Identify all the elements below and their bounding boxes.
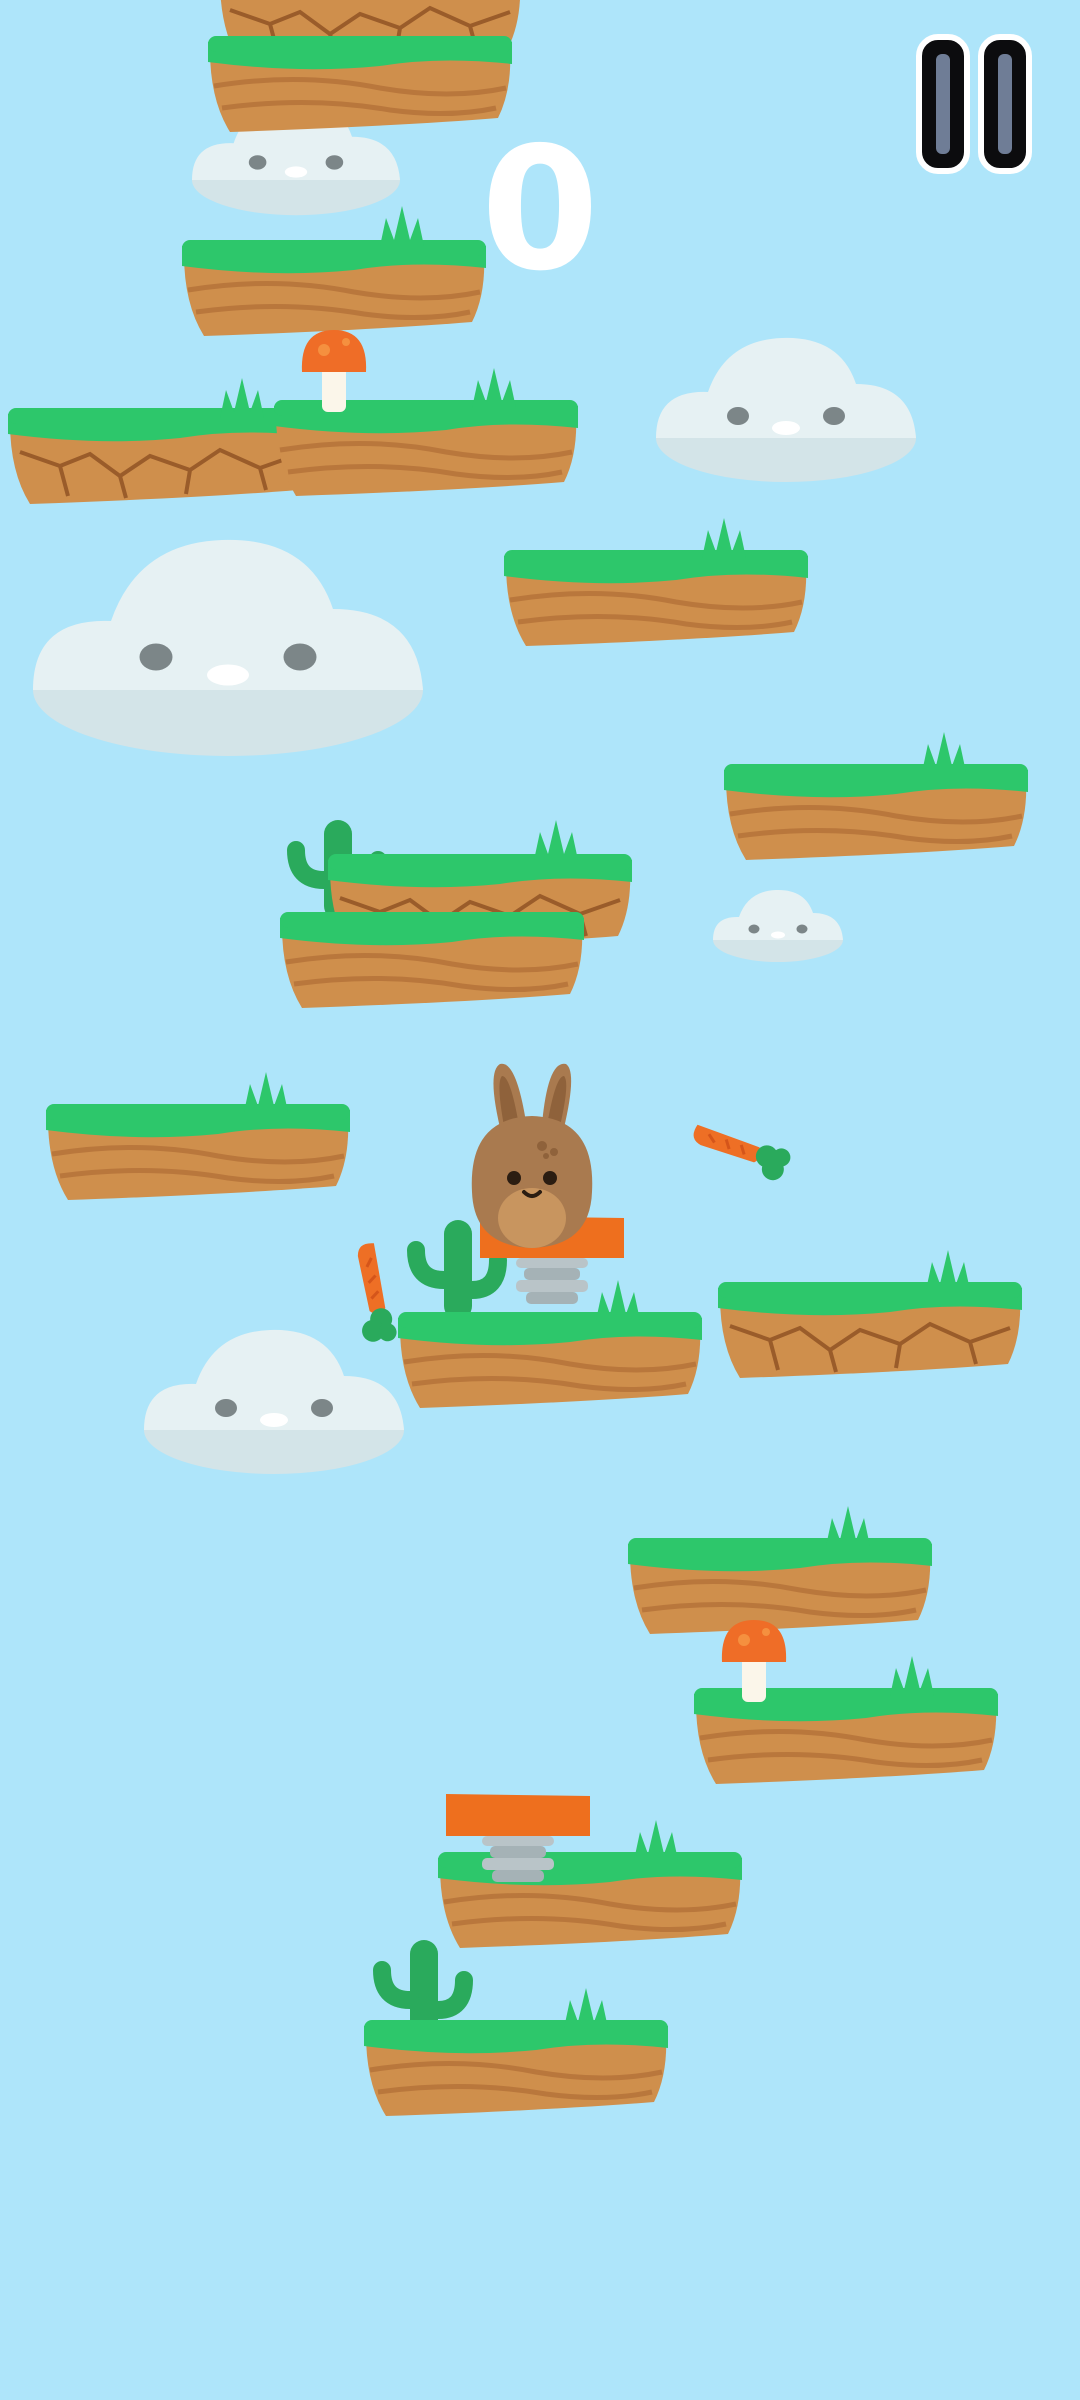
platform	[364, 2020, 668, 2116]
carrot-pickup[interactable]	[345, 1239, 400, 1347]
cloud	[144, 1329, 404, 1474]
mushroom	[301, 330, 367, 412]
grass-tuft	[380, 206, 424, 246]
platform	[628, 1538, 932, 1634]
grass-tuft	[890, 1656, 934, 1696]
grass-tuft	[220, 378, 264, 418]
cloud	[33, 539, 423, 756]
cracked-platform	[6, 406, 314, 506]
platform	[504, 550, 808, 646]
platform	[274, 400, 578, 496]
grass-tuft	[826, 1506, 870, 1546]
pause-button[interactable]	[912, 30, 1036, 178]
platform	[46, 1104, 350, 1200]
platform	[694, 1688, 998, 1784]
cloud	[713, 889, 843, 962]
platform	[208, 36, 512, 132]
pause-bar-right	[978, 34, 1032, 174]
platform	[398, 1312, 702, 1408]
grass-tuft	[922, 732, 966, 772]
grass-tuft	[564, 1988, 608, 2028]
score-display: 0	[480, 111, 600, 309]
pause-bar-left	[916, 34, 970, 174]
grass-tuft	[596, 1280, 640, 1320]
cracked-platform	[716, 1280, 1024, 1380]
grass-tuft	[472, 368, 516, 408]
grass-tuft	[244, 1072, 288, 1112]
cloud	[656, 337, 916, 482]
game-stage[interactable]	[0, 0, 1080, 2400]
grass-tuft	[634, 1820, 678, 1860]
platform	[280, 912, 584, 1008]
grass-tuft	[926, 1250, 970, 1290]
grass-tuft	[702, 518, 746, 558]
carrot-pickup[interactable]	[685, 1116, 795, 1186]
grass-tuft	[534, 820, 578, 860]
platform	[724, 764, 1028, 860]
bunny-player	[471, 1063, 593, 1248]
